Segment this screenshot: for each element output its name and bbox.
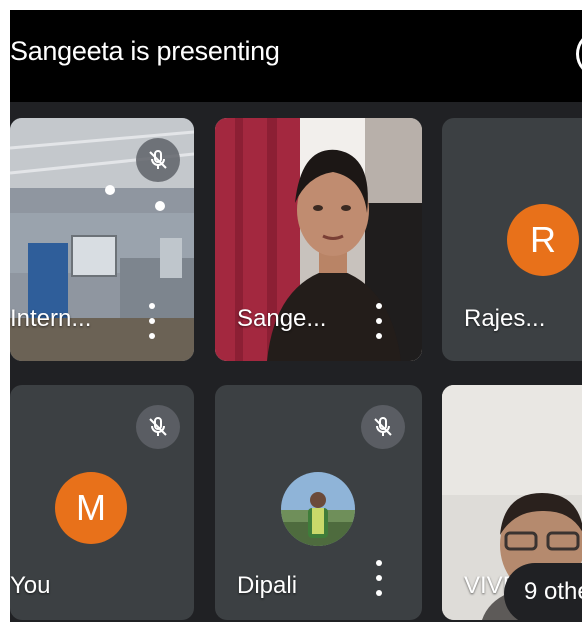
participant-tile-self[interactable]: M You xyxy=(10,385,194,620)
participant-name: Dipali xyxy=(237,572,298,599)
meet-app: Sangeeta is presenting Intern... Sange..… xyxy=(10,10,582,622)
more-vert-icon[interactable] xyxy=(148,303,156,339)
mic-off-indicator xyxy=(136,405,180,449)
presentation-control-button[interactable] xyxy=(576,32,582,76)
participant-name: Rajes... xyxy=(464,305,546,332)
presenting-label: Sangeeta is presenting xyxy=(10,36,280,66)
mic-off-icon xyxy=(374,417,392,436)
avatar: M xyxy=(55,472,127,544)
participant-name: Sange... xyxy=(237,305,327,332)
participant-name: You xyxy=(10,572,51,599)
mic-off-indicator xyxy=(136,138,180,182)
others-overflow-button[interactable]: 9 othe xyxy=(504,563,582,622)
avatar: R xyxy=(507,204,579,276)
profile-photo xyxy=(281,472,355,546)
participant-name: Intern... xyxy=(10,305,92,332)
presentation-bar: Sangeeta is presenting xyxy=(10,10,582,102)
mic-off-icon xyxy=(149,417,167,436)
participant-tile-presenter[interactable]: Sange... xyxy=(215,118,422,361)
more-vert-icon[interactable] xyxy=(375,303,383,339)
participant-tile-dipali[interactable]: Dipali xyxy=(215,385,422,620)
mic-off-icon xyxy=(149,150,167,169)
participant-tile-r[interactable]: R Rajes... xyxy=(442,118,582,361)
mic-off-indicator xyxy=(361,405,405,449)
more-vert-icon[interactable] xyxy=(375,560,383,596)
participant-tile-room[interactable]: Intern... xyxy=(10,118,194,361)
